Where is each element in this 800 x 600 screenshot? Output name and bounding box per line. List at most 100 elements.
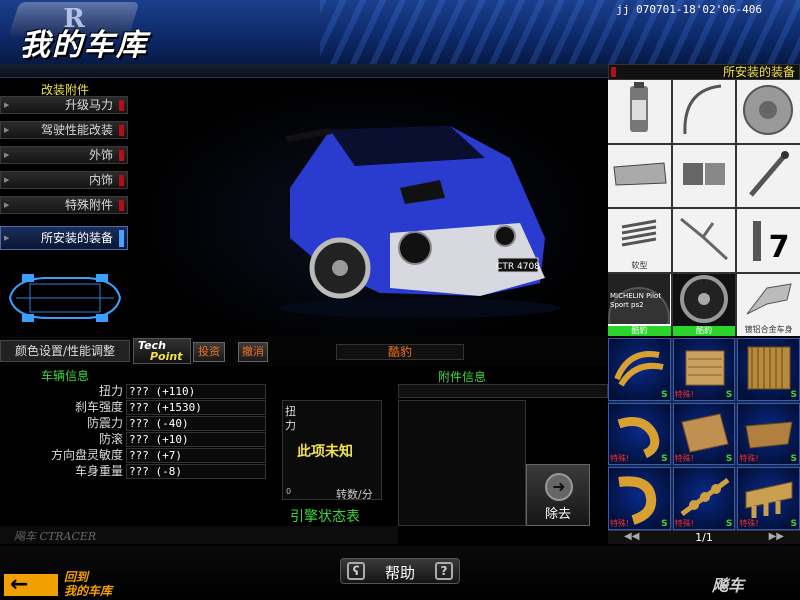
- menu-item-handling-mods[interactable]: 驾驶性能改装: [0, 121, 128, 139]
- installed-part-gear-7[interactable]: 7: [737, 209, 800, 272]
- installed-part-brake-fluid[interactable]: [608, 80, 671, 143]
- back-label-line1: 回到: [64, 570, 89, 584]
- vehicle-info-title: 车辆信息: [40, 369, 89, 383]
- menu-item-installed-equipment[interactable]: 所安装的装备: [0, 226, 128, 250]
- menu-item-label: 特殊附件: [64, 198, 113, 212]
- remove-button[interactable]: ➜ 除去: [526, 464, 590, 526]
- gear-number: 7: [769, 230, 790, 265]
- item-special-tag: 特殊!: [610, 454, 630, 464]
- inventory-item[interactable]: 特殊! S: [672, 402, 736, 466]
- part-owner-tag: 酷豹: [672, 326, 736, 336]
- installed-part-spring[interactable]: 软型: [608, 209, 671, 272]
- stat-row-shock: 防震力 ??? (-40): [0, 416, 268, 431]
- stat-value: ??? (-40): [126, 416, 266, 431]
- menu-indicator: [119, 175, 124, 186]
- engine-torque-graph: 扭力 此项未知 0: [282, 400, 382, 500]
- back-label-line2: 我的车库: [64, 584, 113, 598]
- menu-item-interior[interactable]: 内饰: [0, 171, 128, 189]
- item-special-tag: 特殊!: [610, 519, 630, 528]
- help-button[interactable]: ʕ 帮助 ?: [340, 558, 460, 584]
- car-schematic-icon: [8, 274, 122, 322]
- stat-row-torque: 扭力 ??? (+110): [0, 384, 268, 399]
- brand-logo: 飚车: [712, 576, 745, 595]
- question-icon: ?: [435, 562, 453, 580]
- item-special-tag: 特殊!: [674, 389, 694, 399]
- undo-button[interactable]: 撤消: [238, 342, 268, 362]
- stat-value: ??? (+7): [126, 448, 266, 463]
- stat-value: ??? (+10): [126, 432, 266, 447]
- wheel-icon: [679, 274, 728, 323]
- brake-caliper-icon: [613, 161, 667, 186]
- car-preview[interactable]: CTR 4708: [130, 78, 608, 336]
- menu-item-label: 升级马力: [64, 98, 113, 112]
- remove-button-label: 除去: [544, 507, 571, 522]
- inventory-item[interactable]: S: [737, 338, 800, 401]
- installed-panel-title: 所安装的装备: [722, 65, 795, 79]
- inventory-item[interactable]: 特殊! S: [737, 402, 800, 466]
- item-grade: S: [725, 519, 733, 529]
- menu-indicator: [119, 200, 124, 211]
- brand-mini-logo: 飚车 CTRACER: [14, 530, 97, 543]
- graph-origin-label: 0: [286, 487, 292, 496]
- installed-part-brake-line[interactable]: [672, 80, 736, 143]
- tech-point-logo: Tech Point: [133, 338, 191, 364]
- installed-parts-grid: 软型 7 MICHELIN Pilot Sport ps2 酷豹 酷豹 镀铝合金…: [608, 80, 800, 336]
- inventory-item[interactable]: S: [608, 338, 671, 401]
- part-owner-tag: 酷豹: [608, 326, 671, 336]
- item-special-tag: 特殊!: [674, 519, 694, 528]
- back-label[interactable]: 回到 我的车库: [64, 570, 112, 598]
- installed-part-sway-bar[interactable]: [672, 209, 736, 272]
- item-special-tag: 特殊!: [674, 454, 694, 464]
- installed-part-brake-caliper[interactable]: [608, 144, 671, 207]
- inventory-grid: S 特殊! S S 特殊! S 特殊! S 特殊! S 特殊! S 特殊! S 特殊! S: [608, 338, 800, 530]
- graph-unknown-text: 此项未知: [297, 444, 353, 460]
- engine-state-title: 引擎状态表: [290, 509, 360, 525]
- back-button[interactable]: ←: [2, 572, 60, 598]
- installed-part-wheel[interactable]: 酷豹: [672, 273, 736, 336]
- graph-x-axis-label: 转数/分: [336, 488, 373, 501]
- next-page-icon[interactable]: ▶▶: [769, 531, 784, 542]
- menu-item-upgrade-horsepower[interactable]: 升级马力: [0, 96, 128, 114]
- menu-item-exterior[interactable]: 外饰: [0, 146, 128, 164]
- panel-indicator: [611, 67, 616, 77]
- inventory-item[interactable]: 特殊! S: [672, 338, 736, 401]
- color-performance-tab[interactable]: 颜色设置/性能调整: [0, 340, 130, 362]
- invest-button[interactable]: 投资: [193, 342, 225, 362]
- inventory-item[interactable]: 特殊! S: [737, 467, 800, 530]
- menu-indicator: [119, 125, 124, 136]
- menu-indicator: [119, 150, 124, 161]
- installed-part-brake-disc[interactable]: [737, 80, 800, 143]
- graph-y-axis-label: 扭力: [285, 405, 296, 432]
- mod-category-menu: 改装附件 升级马力 驾驶性能改装 外饰 内饰 特殊附件 所安装的装备: [0, 78, 130, 336]
- installed-part-control-arm[interactable]: 镀铝合金车身: [737, 273, 800, 336]
- tire-brand-label: MICHELIN Pilot Sport ps2: [610, 291, 662, 309]
- stat-value: ??? (+1530): [126, 400, 266, 415]
- stat-label: 扭力: [98, 384, 123, 398]
- page-title: 我的车库: [20, 28, 148, 63]
- installed-part-brake-pads[interactable]: [672, 144, 736, 207]
- inventory-pager: ◀◀ 1/1 ▶▶: [608, 530, 800, 544]
- inventory-item[interactable]: 特殊! S: [608, 402, 671, 466]
- menu-item-special-accessories[interactable]: 特殊附件: [0, 196, 128, 214]
- menu-item-label: 所安装的装备: [40, 231, 113, 245]
- item-grade: S: [790, 454, 797, 465]
- stat-value: ??? (-8): [126, 464, 266, 479]
- menu-indicator: [119, 230, 124, 247]
- stat-value: ??? (+110): [126, 384, 266, 399]
- installed-part-shock-absorber[interactable]: [737, 144, 800, 207]
- installed-part-tire[interactable]: MICHELIN Pilot Sport ps2 酷豹: [608, 273, 671, 336]
- item-grade: S: [725, 454, 733, 465]
- accessory-info-title: 附件信息: [437, 370, 486, 384]
- stat-label: 刹车强度: [74, 400, 123, 414]
- control-arm-icon: [746, 282, 792, 314]
- inventory-item[interactable]: 特殊! S: [608, 467, 671, 530]
- stat-row-anti-roll: 防滚 ??? (+10): [0, 432, 268, 447]
- brake-line-icon: [683, 84, 721, 135]
- inventory-item[interactable]: 特殊! S: [672, 467, 736, 530]
- item-grade: S: [790, 389, 797, 400]
- item-grade: S: [790, 519, 797, 529]
- menu-indicator: [119, 100, 124, 111]
- clock-readout: jj 070701-18'02'06-406: [616, 3, 762, 16]
- shock-absorber-icon: [749, 150, 790, 197]
- stat-row-brake-strength: 刹车强度 ??? (+1530): [0, 400, 268, 415]
